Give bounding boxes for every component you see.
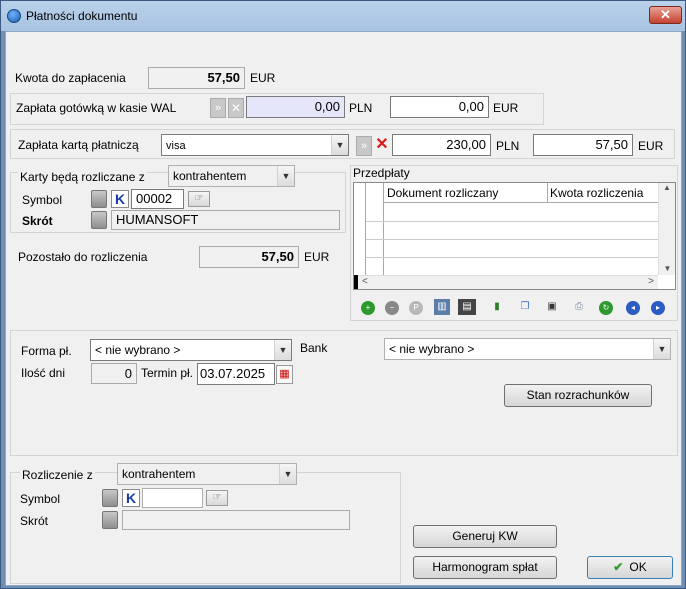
rozliczenie-label: Rozliczenie z [20, 468, 95, 482]
column-header-kwota[interactable]: Kwota rozliczenia [548, 183, 658, 203]
add-icon[interactable]: + [361, 301, 375, 315]
card-select-value: visa [166, 140, 186, 152]
gotowka-label: Zapłata gotówką w kasie WAL [16, 101, 177, 115]
row-line [366, 239, 658, 240]
row-line [366, 257, 658, 258]
forma-label: Forma pł. [21, 344, 72, 358]
chevron-down-icon[interactable]: ▼ [653, 339, 670, 359]
ok-label: OK [629, 560, 647, 574]
kwota-currency: EUR [250, 71, 276, 85]
stan-rozrachunkow-button[interactable]: Stan rozrachunków [504, 384, 652, 407]
bank-label: Bank [300, 341, 328, 355]
fast-forward-icon[interactable]: » [210, 98, 226, 118]
chevron-down-icon[interactable]: ▼ [274, 340, 291, 360]
close-button[interactable]: ✕ [649, 6, 682, 24]
karta-eur-currency: EUR [638, 139, 664, 153]
przedplaty-label: Przedpłaty [353, 166, 410, 180]
skrot-value: HUMANSOFT [111, 210, 340, 230]
checkmark-icon: ✔ [613, 560, 624, 574]
refresh-icon[interactable]: ↻ [599, 301, 613, 315]
rozliczenie-symbol-input[interactable] [142, 488, 203, 508]
app-icon [7, 9, 21, 23]
karty-rozliczane-select[interactable]: kontrahentem ▼ [168, 165, 295, 187]
calculator-icon[interactable]: ▤ [458, 299, 476, 315]
pozostalo-currency: EUR [304, 250, 330, 264]
delete-icon[interactable]: ✕ [374, 136, 390, 156]
row-line [366, 221, 658, 222]
symbol-label: Symbol [22, 193, 63, 207]
p-icon[interactable]: P [409, 301, 423, 315]
payment-window: Płatności dokumentu ✕ Kwota do zapłaceni… [0, 0, 686, 589]
grid-fixed-column [366, 183, 384, 275]
pozostalo-value: 57,50 [199, 246, 299, 268]
list-icon[interactable] [91, 211, 107, 229]
generuj-kw-button[interactable]: Generuj KW [413, 525, 557, 548]
rozliczenie-k-button[interactable]: K [122, 489, 140, 507]
karta-pln-currency: PLN [496, 139, 520, 153]
bank-value: < nie wybrano > [389, 342, 475, 356]
save-icon[interactable]: ▣ [544, 299, 560, 315]
karty-rozliczane-option: kontrahentem [173, 169, 247, 183]
building-icon[interactable]: ▥ [434, 299, 450, 315]
rozliczenie-skrot-value [122, 510, 350, 530]
list-icon[interactable] [102, 511, 118, 529]
forma-value: < nie wybrano > [95, 343, 181, 357]
bank-select[interactable]: < nie wybrano > ▼ [384, 338, 671, 360]
scroll-left-icon[interactable]: < [362, 276, 368, 287]
gotowka-eur-input[interactable]: 0,00 [390, 96, 489, 118]
next-icon[interactable]: ▸ [651, 301, 665, 315]
chart-icon[interactable]: ▮ [489, 299, 505, 315]
prev-icon[interactable]: ◂ [626, 301, 640, 315]
document-icon[interactable]: ❐ [517, 299, 533, 315]
window-title: Płatności dokumentu [26, 9, 138, 23]
dialog-body: Kwota do zapłacenia 57,50 EUR Zapłata go… [5, 31, 682, 586]
ilosc-dni-label: Ilość dni [21, 366, 66, 380]
symbol-input[interactable]: 00002 [131, 189, 184, 209]
kwota-value: 57,50 [148, 67, 245, 89]
calendar-icon[interactable]: ▦ [276, 365, 293, 384]
forma-select[interactable]: < nie wybrano > ▼ [90, 339, 292, 361]
skrot-label: Skrót [22, 214, 53, 228]
column-header-dokument[interactable]: Dokument rozliczany [384, 183, 548, 203]
termin-label: Termin pł. [141, 366, 194, 380]
card-select[interactable]: visa ▼ [161, 134, 349, 156]
hand-icon[interactable]: ☞ [206, 490, 228, 506]
list-icon[interactable] [91, 190, 107, 208]
chevron-down-icon[interactable]: ▼ [277, 166, 294, 186]
fast-forward-icon[interactable]: » [356, 136, 372, 156]
title-bar: Płatności dokumentu ✕ [1, 1, 685, 31]
ilosc-dni-input[interactable]: 0 [91, 363, 137, 384]
karty-rozliczane-label: Karty będą rozliczane z [18, 170, 147, 184]
chevron-down-icon[interactable]: ▼ [279, 464, 296, 484]
rozliczenie-option: kontrahentem [122, 467, 196, 481]
row-indicator-column [354, 183, 366, 289]
hand-icon[interactable]: ☞ [188, 191, 210, 207]
clear-icon[interactable]: ✕ [228, 98, 244, 118]
karta-pln-input[interactable]: 230,00 [392, 134, 491, 156]
karta-label: Zapłata kartą płatniczą [18, 138, 139, 152]
gotowka-eur-currency: EUR [493, 101, 519, 115]
gotowka-pln-currency: PLN [349, 101, 373, 115]
karta-eur-input[interactable]: 57,50 [533, 134, 633, 156]
gotowka-pln-input[interactable]: 0,00 [246, 96, 345, 118]
scroll-right-icon[interactable]: > [648, 276, 654, 287]
przedplaty-grid[interactable]: Dokument rozliczany Kwota rozliczenia ▲ … [353, 182, 676, 290]
ok-button[interactable]: ✔ OK [587, 556, 673, 579]
harmonogram-button[interactable]: Harmonogram spłat [413, 556, 557, 579]
vertical-scrollbar[interactable]: ▲ ▼ [658, 183, 675, 275]
termin-input[interactable]: 03.07.2025 [197, 363, 275, 385]
scroll-up-icon[interactable]: ▲ [659, 183, 675, 192]
chevron-down-icon[interactable]: ▼ [331, 135, 348, 155]
pozostalo-label: Pozostało do rozliczenia [18, 250, 148, 264]
rozliczenie-select[interactable]: kontrahentem ▼ [117, 463, 297, 485]
kwota-label: Kwota do zapłacenia [15, 71, 126, 85]
rozliczenie-skrot-label: Skrót [20, 514, 49, 528]
remove-icon[interactable]: − [385, 301, 399, 315]
scroll-down-icon[interactable]: ▼ [659, 264, 675, 273]
kontrahent-k-button[interactable]: K [111, 190, 129, 208]
rozliczenie-symbol-label: Symbol [20, 492, 61, 506]
horizontal-scrollbar[interactable]: < > [358, 275, 658, 289]
print-icon[interactable]: ⎙ [571, 299, 587, 315]
list-icon[interactable] [102, 489, 118, 507]
